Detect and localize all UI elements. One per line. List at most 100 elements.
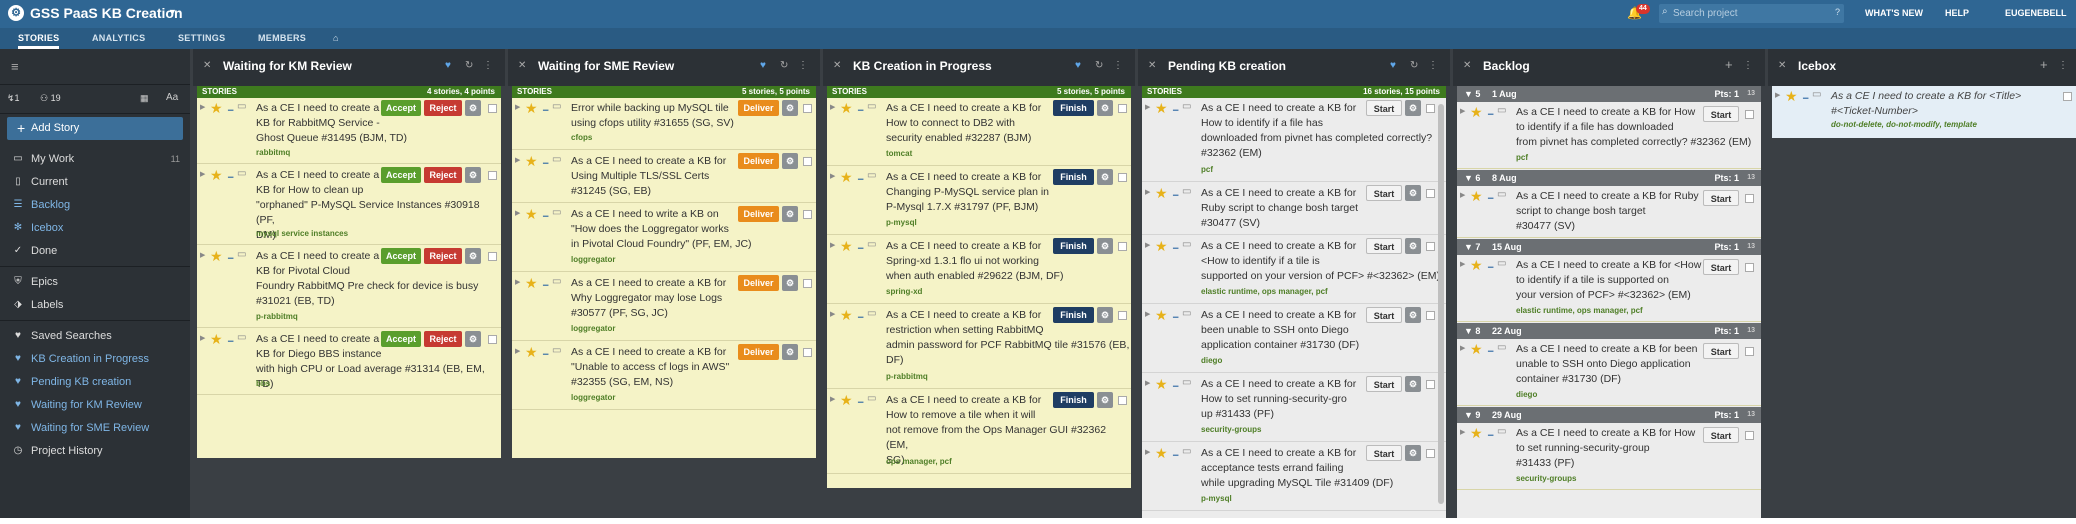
expand-icon[interactable]: ▶ <box>200 103 205 111</box>
accept-button[interactable]: Accept <box>381 100 421 116</box>
story-item[interactable]: ▶ ★ ▁ ▭ As a CE I need to create a KB for Ru… <box>1142 183 1446 235</box>
deliver-button[interactable]: Deliver <box>738 100 779 116</box>
sidebar-item-done[interactable]: ✓ Done <box>0 240 190 262</box>
finish-button[interactable]: Finish <box>1053 100 1094 116</box>
add-story-plus-icon[interactable]: + <box>1725 57 1733 72</box>
story-settings-icon[interactable]: ⚙ <box>782 275 798 291</box>
sidebar-item-waiting-for-sme-review[interactable]: ♥ Waiting for SME Review <box>0 417 190 439</box>
accept-button[interactable]: Accept <box>381 248 421 264</box>
iteration-header[interactable]: ▼ 7 15 Aug Pts: 1 13 <box>1457 239 1761 255</box>
start-button[interactable]: Start <box>1703 190 1739 206</box>
select-checkbox[interactable] <box>1745 431 1754 440</box>
refresh-icon[interactable]: ↻ <box>780 60 788 71</box>
select-checkbox[interactable] <box>1426 449 1435 458</box>
story-labels[interactable]: p-mysql <box>886 218 917 227</box>
story-item[interactable]: ▶ ★ ▁ ▭ Error while backing up MySQL tile us… <box>512 98 816 150</box>
star-icon[interactable]: ★ <box>525 344 538 361</box>
story-labels[interactable]: p-mysql <box>1201 494 1232 503</box>
start-button[interactable]: Start <box>1366 376 1402 392</box>
add-story-plus-icon[interactable]: + <box>2040 57 2048 72</box>
story-settings-icon[interactable]: ⚙ <box>1097 100 1113 116</box>
select-checkbox[interactable] <box>1745 110 1754 119</box>
reject-button[interactable]: Reject <box>424 331 462 347</box>
search-box[interactable]: ⌕ ? <box>1659 4 1844 23</box>
select-checkbox[interactable] <box>488 104 497 113</box>
sidebar-item-my-work[interactable]: ▭ My Work 11 <box>0 148 190 170</box>
start-button[interactable]: Start <box>1366 307 1402 323</box>
font-size-icon[interactable]: Aa <box>166 92 178 103</box>
select-checkbox[interactable] <box>1118 396 1127 405</box>
search-input[interactable] <box>1673 6 1823 21</box>
story-item[interactable]: ▶ ★ ▁ ▭ As a CE I need to create a KB for Di… <box>197 329 501 395</box>
story-settings-icon[interactable]: ⚙ <box>782 153 798 169</box>
story-settings-icon[interactable]: ⚙ <box>1097 169 1113 185</box>
story-item[interactable]: ▶ ★ ▁ ▭ As a CE I need to create a KB for Ra… <box>197 98 501 164</box>
finish-button[interactable]: Finish <box>1053 238 1094 254</box>
select-checkbox[interactable] <box>1426 311 1435 320</box>
tab-analytics[interactable]: ANALYTICS <box>92 28 145 49</box>
refresh-icon[interactable]: ↻ <box>465 60 473 71</box>
saved-search-heart-icon[interactable]: ♥ <box>760 60 766 71</box>
add-story-button[interactable]: + Add Story <box>7 117 183 140</box>
deliver-button[interactable]: Deliver <box>738 206 779 222</box>
story-item[interactable]: ▶ ★ ▁ ▭ As a CE I need to create a KB for re… <box>827 305 1131 389</box>
story-labels[interactable]: p-rabbitmq <box>256 312 298 321</box>
story-labels[interactable]: ops manager, pcf <box>886 457 952 466</box>
start-button[interactable]: Start <box>1703 343 1739 359</box>
story-item[interactable]: ▶ ★ ▁ ▭ As a CE I need to create a KB for Wh… <box>512 273 816 341</box>
select-checkbox[interactable] <box>1118 104 1127 113</box>
expand-icon[interactable]: ▶ <box>1145 103 1150 111</box>
select-checkbox[interactable] <box>1745 194 1754 203</box>
expand-icon[interactable]: ▶ <box>1145 310 1150 318</box>
expand-icon[interactable]: ▶ <box>1460 428 1465 436</box>
sidebar-item-kb-creation-in-progress[interactable]: ♥ KB Creation in Progress <box>0 348 190 370</box>
story-settings-icon[interactable]: ⚙ <box>465 167 481 183</box>
deliver-button[interactable]: Deliver <box>738 275 779 291</box>
panel-menu-icon[interactable]: ⋮ <box>1428 60 1438 71</box>
view-toggle-icon[interactable]: ▦ <box>140 93 149 104</box>
expand-icon[interactable]: ▶ <box>515 278 520 286</box>
reject-button[interactable]: Reject <box>424 100 462 116</box>
select-checkbox[interactable] <box>1118 173 1127 182</box>
sidebar-item-project-history[interactable]: ◷ Project History <box>0 440 190 462</box>
expand-icon[interactable]: ▶ <box>1775 91 1780 99</box>
expand-icon[interactable]: ▶ <box>515 209 520 217</box>
story-item[interactable]: ▶ ★ ▁ ▭ As a CE I need to create a KB for Sp… <box>827 236 1131 304</box>
star-icon[interactable]: ★ <box>1470 104 1483 121</box>
whats-new-menu[interactable]: WHAT'S NEW <box>1865 8 1923 18</box>
star-icon[interactable]: ★ <box>1470 425 1483 442</box>
star-icon[interactable]: ★ <box>210 100 223 117</box>
iteration-header[interactable]: ▼ 51 Aug Pts: 1 13 <box>1457 86 1761 102</box>
start-button[interactable]: Start <box>1703 259 1739 275</box>
story-labels[interactable]: loggregator <box>571 324 615 333</box>
refresh-icon[interactable]: ↻ <box>1095 60 1103 71</box>
close-panel-icon[interactable]: ✕ <box>1148 60 1156 71</box>
story-labels[interactable]: loggregator <box>571 393 615 402</box>
select-checkbox[interactable] <box>803 210 812 219</box>
accept-button[interactable]: Accept <box>381 331 421 347</box>
sidebar-toggle-icon[interactable]: ≡ <box>11 59 19 74</box>
tab-stories[interactable]: STORIES <box>18 28 60 49</box>
expand-icon[interactable]: ▶ <box>1460 260 1465 268</box>
story-settings-icon[interactable]: ⚙ <box>1405 376 1421 392</box>
story-labels[interactable]: diego <box>1516 390 1537 399</box>
story-settings-icon[interactable]: ⚙ <box>782 100 798 116</box>
story-item[interactable]: ▶ ★ ▁ ▭ As a CE I need to create a KB for Ch… <box>827 167 1131 235</box>
panel-menu-icon[interactable]: ⋮ <box>798 60 808 71</box>
project-switcher-chevron-icon[interactable]: ▼ <box>168 7 177 17</box>
story-settings-icon[interactable]: ⚙ <box>1097 307 1113 323</box>
star-icon[interactable]: ★ <box>840 169 853 186</box>
select-checkbox[interactable] <box>803 157 812 166</box>
story-labels[interactable]: diego <box>1201 356 1222 365</box>
story-item[interactable]: ▶ ★ ▁ ▭ As a CE I need to create a KB for Ho… <box>1142 374 1446 442</box>
star-icon[interactable]: ★ <box>525 206 538 223</box>
sidebar-item-pending-kb-creation[interactable]: ♥ Pending KB creation <box>0 371 190 393</box>
story-item[interactable]: ▶ ★ ▁ ▭ As a CE I need to create a KB for <… <box>1772 86 2076 138</box>
iteration-header[interactable]: ▼ 8 22 Aug Pts: 1 13 <box>1457 323 1761 339</box>
story-labels[interactable]: elastic runtime, ops manager, pcf <box>1201 287 1328 296</box>
story-labels[interactable]: spring-xd <box>886 287 922 296</box>
panel-menu-icon[interactable]: ⋮ <box>1743 60 1753 71</box>
star-icon[interactable]: ★ <box>210 167 223 184</box>
story-settings-icon[interactable]: ⚙ <box>1405 307 1421 323</box>
tab-settings[interactable]: SETTINGS <box>178 28 225 49</box>
